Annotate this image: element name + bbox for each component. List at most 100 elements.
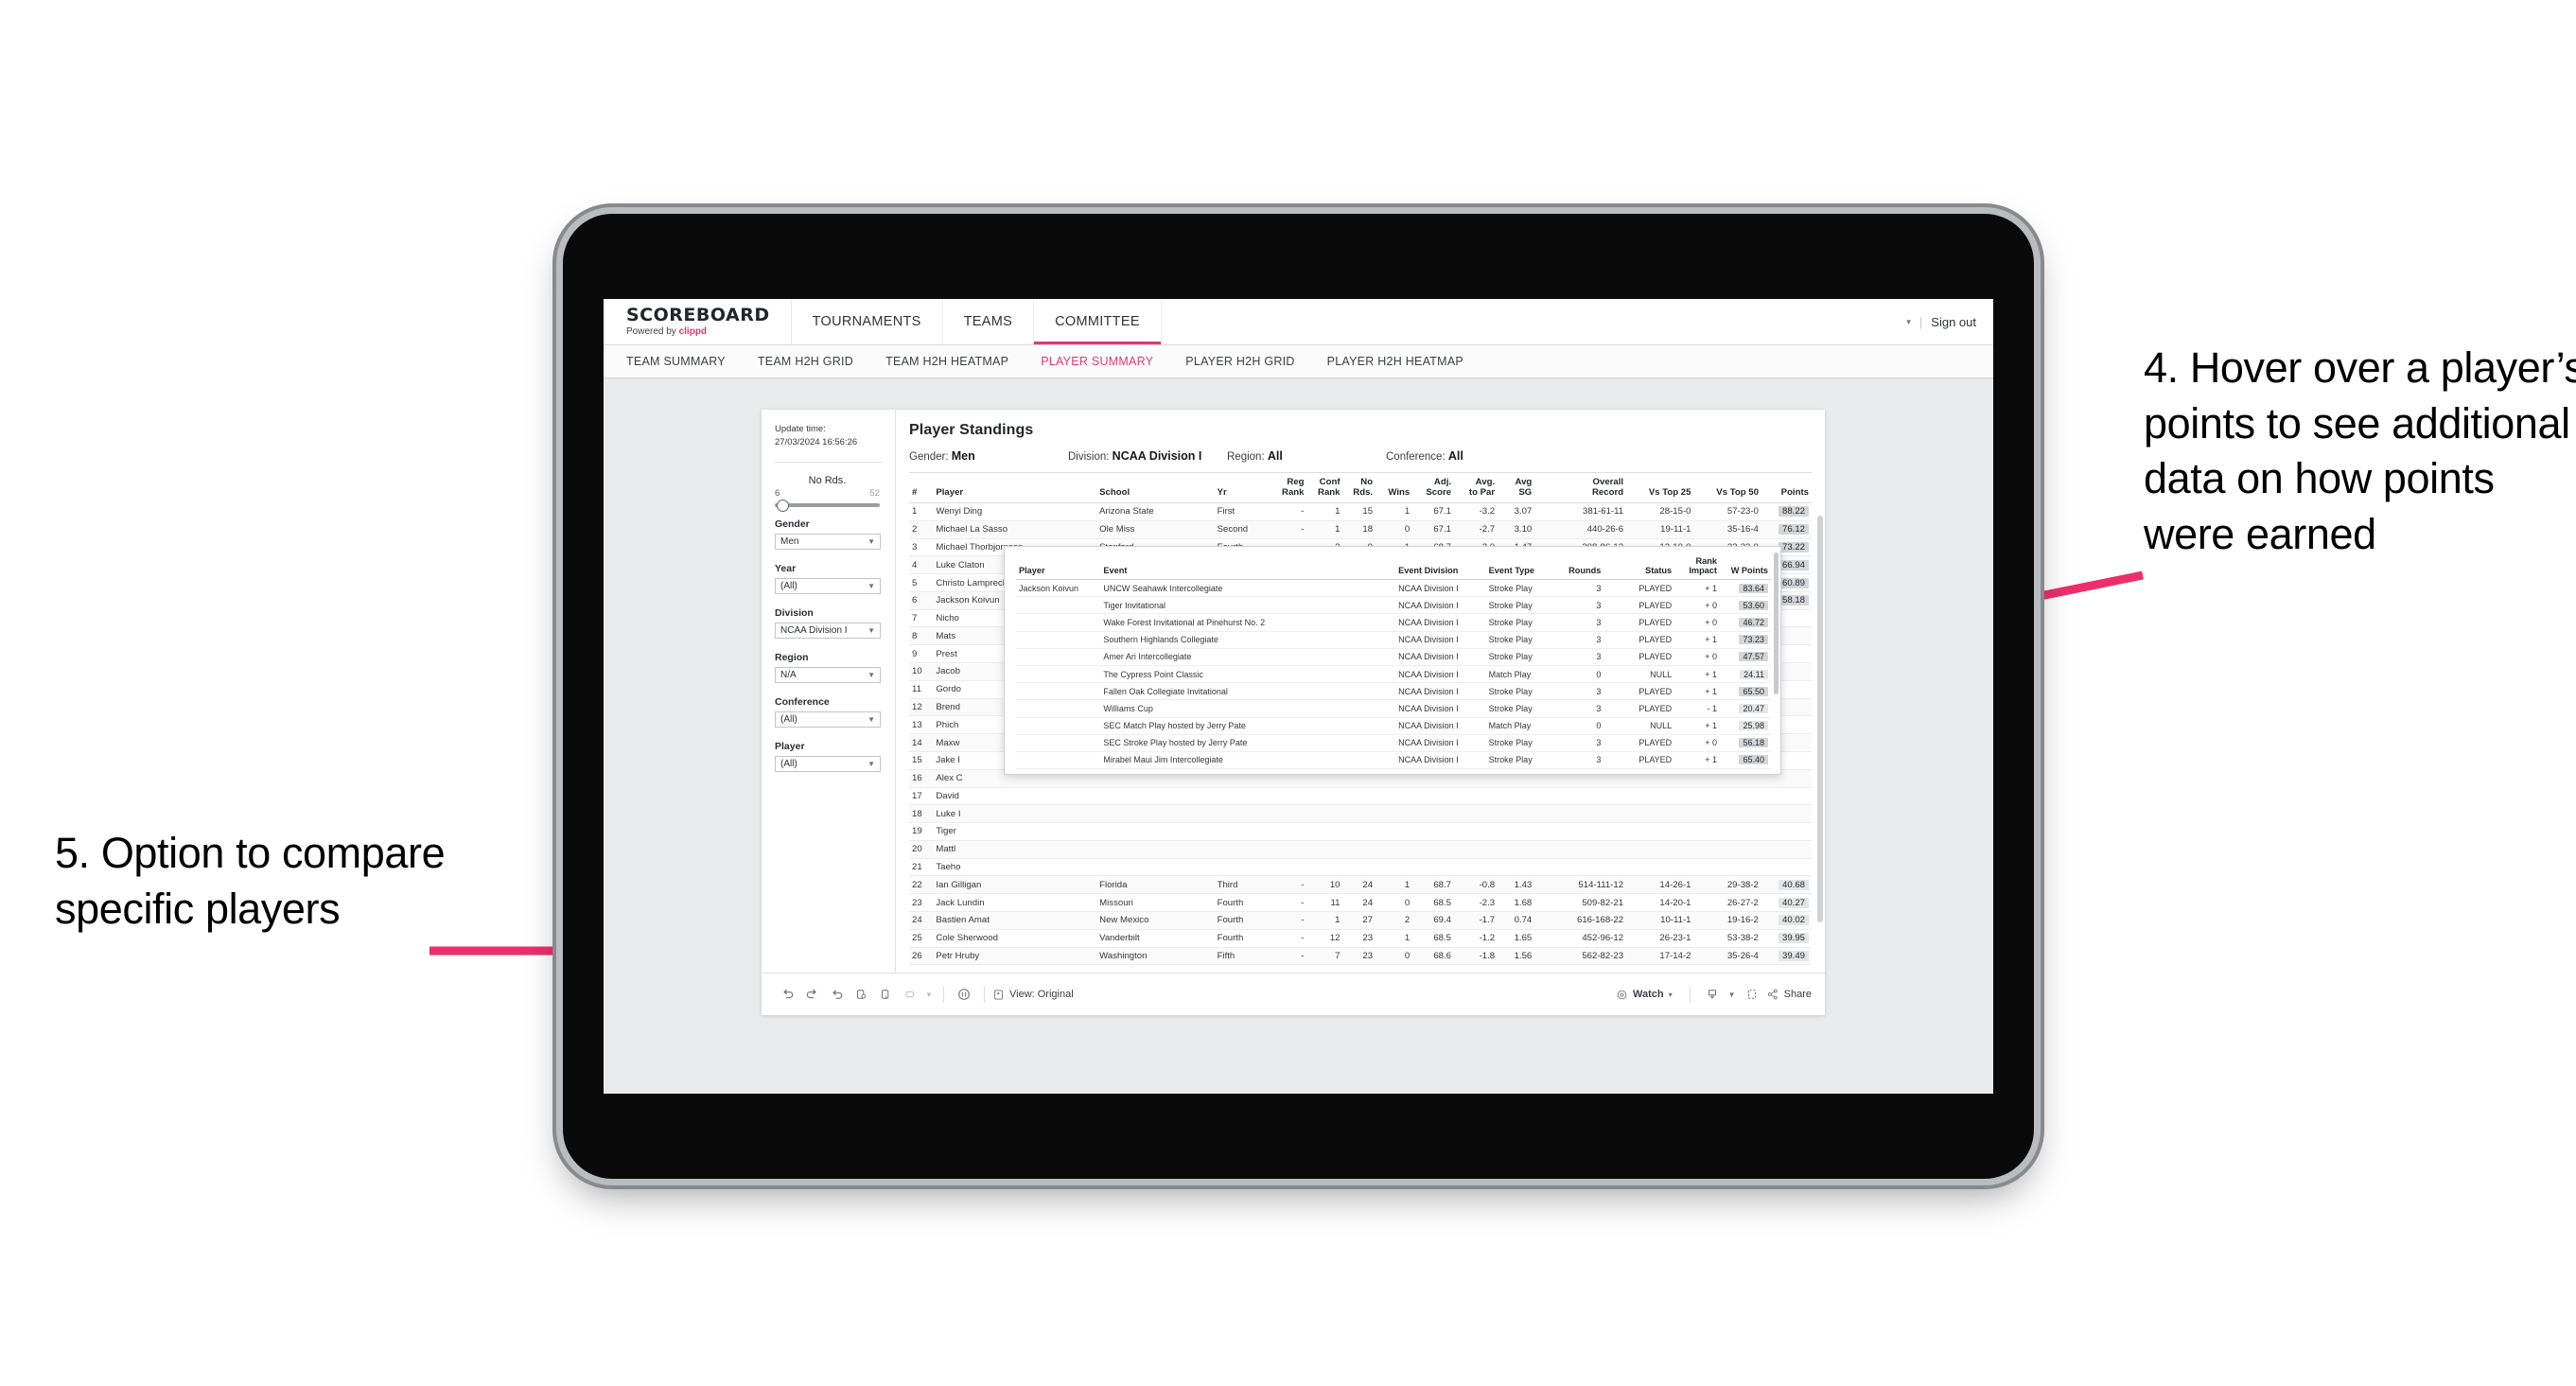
points-value[interactable]: 39.49 xyxy=(1778,950,1809,961)
filter-region-select[interactable]: N/A ▼ xyxy=(775,666,881,683)
cell-vs-top-50: 35-26-4 xyxy=(1693,947,1761,966)
tooltip-col-event: Event xyxy=(1100,553,1396,580)
points-value[interactable]: 39.95 xyxy=(1778,933,1809,944)
undo-icon[interactable] xyxy=(775,982,799,1007)
share-button[interactable]: Share xyxy=(1766,988,1812,1001)
cell-overall-record xyxy=(1534,822,1627,841)
cell-avg-to-par xyxy=(1454,822,1498,841)
cell-avg-sg xyxy=(1498,804,1535,824)
col-header-school[interactable]: School xyxy=(1096,472,1215,503)
table-row[interactable]: 17 David xyxy=(909,787,1812,806)
vertical-scrollbar[interactable] xyxy=(1817,516,1823,922)
redo-icon[interactable] xyxy=(799,982,824,1007)
subnav-player-h2h-heatmap[interactable]: PLAYER H2H HEATMAP xyxy=(1327,355,1463,368)
meta-division-value: NCAA Division I xyxy=(1112,449,1202,463)
col-header-[interactable]: # xyxy=(909,472,934,503)
cell-: 19 xyxy=(909,822,934,841)
update-time: Update time: 27/03/2024 16:56:26 xyxy=(775,423,895,449)
table-row[interactable]: 19 Tiger xyxy=(909,822,1812,841)
download-icon[interactable] xyxy=(1700,982,1725,1007)
nav-committee[interactable]: COMMITTEE xyxy=(1034,299,1162,344)
nav-teams[interactable]: TEAMS xyxy=(943,299,1035,344)
sign-out-link[interactable]: Sign out xyxy=(1931,315,1976,329)
cell-points: 39.95 xyxy=(1761,929,1812,948)
col-header-yr[interactable]: Yr xyxy=(1214,472,1271,503)
filter-conference-select[interactable]: (All) ▼ xyxy=(775,711,881,728)
meta-gender: Gender: Men xyxy=(909,449,1068,463)
points-value[interactable]: 40.27 xyxy=(1778,897,1809,908)
watch-button[interactable]: Watch ▾ xyxy=(1616,989,1673,1001)
filter-division-select[interactable]: NCAA Division I ▼ xyxy=(775,622,881,639)
tooltip-cell-event-division: NCAA Division I xyxy=(1395,596,1486,615)
cell-adj-score: 67.1 xyxy=(1412,520,1455,539)
points-value[interactable]: 40.02 xyxy=(1778,915,1809,926)
slider-handle[interactable] xyxy=(777,499,789,512)
fullscreen-icon[interactable] xyxy=(1740,982,1764,1007)
table-row[interactable]: 2 Michael La Sasso Ole Miss Second -1 18 0 67.1… xyxy=(909,520,1812,539)
table-row[interactable]: 25 Cole Sherwood Vanderbilt Fourth -12 23 1 68.… xyxy=(909,929,1812,948)
cell-: 20 xyxy=(909,840,934,859)
cell-reg-rank xyxy=(1270,840,1307,859)
device-layout-caret-icon[interactable]: ▼ xyxy=(922,982,936,1007)
table-row[interactable]: 18 Luke I xyxy=(909,804,1812,824)
no-rounds-label: No Rds. xyxy=(808,474,847,486)
points-value[interactable]: 60.89 xyxy=(1778,577,1809,588)
filter-player-select[interactable]: (All) ▼ xyxy=(775,755,881,772)
tooltip-cell-status: PLAYED xyxy=(1603,699,1675,718)
table-row[interactable]: 20 Mattl xyxy=(909,840,1812,859)
col-header-points[interactable]: Points xyxy=(1761,472,1812,503)
account-chevron-down-icon[interactable]: ▾ xyxy=(1906,317,1911,327)
col-header-reg-rank[interactable]: Reg Rank xyxy=(1270,472,1307,503)
cell-: 14 xyxy=(909,733,934,752)
subnav-player-h2h-grid[interactable]: PLAYER H2H GRID xyxy=(1185,355,1294,368)
table-row[interactable]: 22 Ian Gilligan Florida Third -10 24 1 68.7 -0.8… xyxy=(909,875,1812,895)
slider-track[interactable] xyxy=(775,499,880,512)
subnav-team-h2h-grid[interactable]: TEAM H2H GRID xyxy=(758,355,853,368)
points-tooltip: Player Event Event Division Event Type Round… xyxy=(1004,546,1781,775)
table-row[interactable]: 24 Bastien Amat New Mexico Fourth -1 27 2 69.4-… xyxy=(909,911,1812,930)
filter-gender-select[interactable]: Men ▼ xyxy=(775,533,881,550)
download-caret-icon[interactable]: ▼ xyxy=(1726,982,1738,1007)
viz-card: Update time: 27/03/2024 16:56:26 No Rds.… xyxy=(762,410,1825,1015)
table-row[interactable]: 23 Jack Lundin Missouri Fourth -11 24 0 68.5 -2.… xyxy=(909,893,1812,912)
tooltip-scrollbar[interactable] xyxy=(1774,553,1779,694)
view-original-button[interactable]: View: Original xyxy=(992,989,1074,1001)
subnav-player-summary[interactable]: PLAYER SUMMARY xyxy=(1041,355,1153,368)
revert-icon[interactable] xyxy=(824,982,849,1007)
col-header-avg-sg[interactable]: Avg SG xyxy=(1498,472,1535,503)
points-value[interactable]: 73.22 xyxy=(1778,541,1809,553)
subnav-team-h2h-heatmap[interactable]: TEAM H2H HEATMAP xyxy=(885,355,1008,368)
points-value[interactable]: 88.22 xyxy=(1778,506,1809,518)
cell-wins: 1 xyxy=(1376,502,1413,521)
tooltip-cell-rounds: 3 xyxy=(1556,699,1604,718)
table-row[interactable]: 26 Petr Hruby Washington Fifth -7 23 0 68.6 -1.8… xyxy=(909,947,1812,966)
filter-player: Player (All) ▼ xyxy=(775,741,895,772)
col-header-vs-top-25[interactable]: Vs Top 25 xyxy=(1626,472,1694,503)
col-header-vs-top-50[interactable]: Vs Top 50 xyxy=(1693,472,1761,503)
col-header-avg-to-par[interactable]: Avg. to Par xyxy=(1454,472,1498,503)
table-row[interactable]: 1 Wenyi Ding Arizona State First -1 15 1 67.1 -3… xyxy=(909,502,1812,521)
col-header-adj-score[interactable]: Adj. Score xyxy=(1412,472,1455,503)
col-header-overall-record[interactable]: Overall Record xyxy=(1534,472,1627,503)
points-value[interactable]: 40.68 xyxy=(1778,879,1809,890)
tooltip-cell-rank-impact: + 1 xyxy=(1674,682,1720,701)
refresh-icon[interactable] xyxy=(849,982,873,1007)
nav-tournaments[interactable]: TOURNAMENTS xyxy=(792,299,943,344)
brand-logo[interactable]: SCOREBOARD Powered by clippd xyxy=(604,299,792,344)
tooltip-cell-event: Amer Ari Intercollegiate xyxy=(1100,648,1396,666)
no-rounds-slider[interactable]: No Rds. 6 52 xyxy=(775,474,895,512)
table-row[interactable]: 21 Taeho xyxy=(909,858,1812,877)
col-header-wins[interactable]: Wins xyxy=(1376,472,1413,503)
points-value[interactable]: 66.94 xyxy=(1778,559,1809,570)
subnav-team-summary[interactable]: TEAM SUMMARY xyxy=(626,355,726,368)
device-layout-icon[interactable] xyxy=(898,982,922,1007)
col-header-conf-rank[interactable]: Conf Rank xyxy=(1306,472,1343,503)
col-header-player[interactable]: Player xyxy=(933,472,1097,503)
pause-icon[interactable] xyxy=(873,982,898,1007)
pause-auto-update-icon[interactable] xyxy=(952,982,976,1007)
tooltip-row: Tiger Invitational NCAA Division I Stroke … xyxy=(1016,596,1771,615)
col-header-no-rds[interactable]: No Rds. xyxy=(1342,472,1376,503)
points-value[interactable]: 58.18 xyxy=(1778,595,1809,606)
points-value[interactable]: 76.12 xyxy=(1778,524,1809,535)
filter-year-select[interactable]: (All) ▼ xyxy=(775,577,881,594)
